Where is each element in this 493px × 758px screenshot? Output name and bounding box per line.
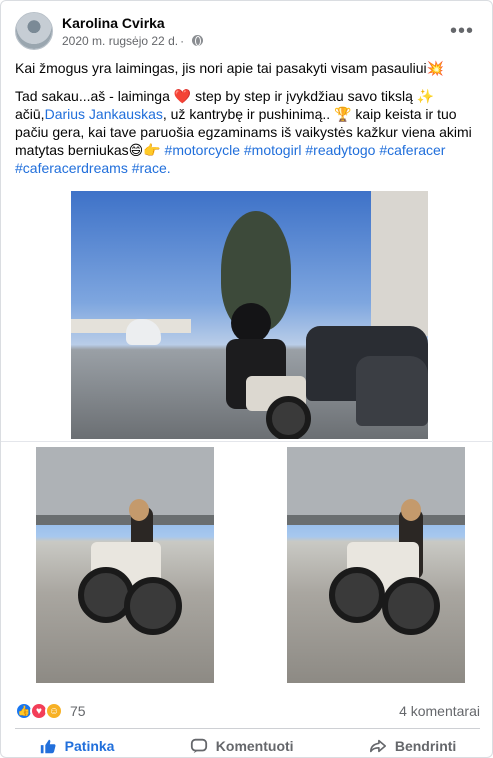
photo-left[interactable] (36, 447, 214, 683)
post-text-line-1: Kai žmogus yra laimingas, jis nori apie … (15, 60, 445, 76)
comments-count[interactable]: 4 komentarai (399, 703, 480, 719)
post-date[interactable]: 2020 m. rugsėjo 22 d. (62, 33, 178, 49)
more-options-button[interactable]: ••• (448, 17, 476, 45)
comment-button[interactable]: Komentuoti (180, 735, 304, 757)
hashtag-link[interactable]: #caferacer (379, 142, 445, 158)
share-label: Bendrinti (394, 738, 457, 754)
hashtag-link[interactable]: #caferacerdreams (15, 160, 128, 176)
hashtag-link[interactable]: #motogirl (244, 142, 302, 158)
post-card: Karolina Cvirka 2020 m. rugsėjo 22 d. · … (0, 0, 493, 758)
post-meta: Karolina Cvirka 2020 m. rugsėjo 22 d. · (62, 14, 204, 49)
photo-divider (1, 441, 493, 442)
thumbs-up-icon (40, 739, 56, 754)
photo-main[interactable] (71, 191, 428, 439)
avatar[interactable] (15, 12, 53, 50)
post-header: Karolina Cvirka 2020 m. rugsėjo 22 d. · … (15, 11, 480, 51)
photo-right[interactable] (287, 447, 465, 683)
photo-grid (1, 187, 493, 687)
reaction-count[interactable]: 75 (70, 703, 86, 719)
hashtag-link[interactable]: #race. (132, 160, 171, 176)
date-separator: · (180, 33, 185, 48)
hashtag-link[interactable]: #readytogo (305, 142, 375, 158)
comment-label: Komentuoti (215, 738, 294, 754)
date-row: 2020 m. rugsėjo 22 d. · (62, 33, 204, 49)
mention-link[interactable]: Darius Jankauskas (45, 106, 163, 122)
post-text: Kai žmogus yra laimingas, jis nori apie … (15, 59, 480, 187)
care-reaction-icon: ☺ (45, 702, 63, 720)
reactions-bar: 👍 ♥ ☺ 75 4 komentarai (15, 700, 480, 722)
like-label: Patinka (64, 738, 115, 754)
reactions-summary[interactable]: 👍 ♥ ☺ 75 (15, 702, 86, 720)
share-button[interactable]: Bendrinti (359, 735, 466, 757)
post-text-paragraph-2: Tad sakau...aš - laiminga ❤️ step by ste… (15, 87, 480, 177)
author-name[interactable]: Karolina Cvirka (62, 14, 203, 32)
like-button[interactable]: Patinka (29, 735, 125, 757)
globe-icon (192, 35, 204, 46)
more-horizontal-icon: ••• (449, 19, 474, 42)
actions-divider (15, 728, 480, 729)
hashtag-link[interactable]: #motorcycle (165, 142, 240, 158)
action-bar: Patinka Komentuoti Bendrinti (1, 733, 493, 758)
comment-icon (190, 738, 207, 754)
share-icon (369, 739, 386, 753)
